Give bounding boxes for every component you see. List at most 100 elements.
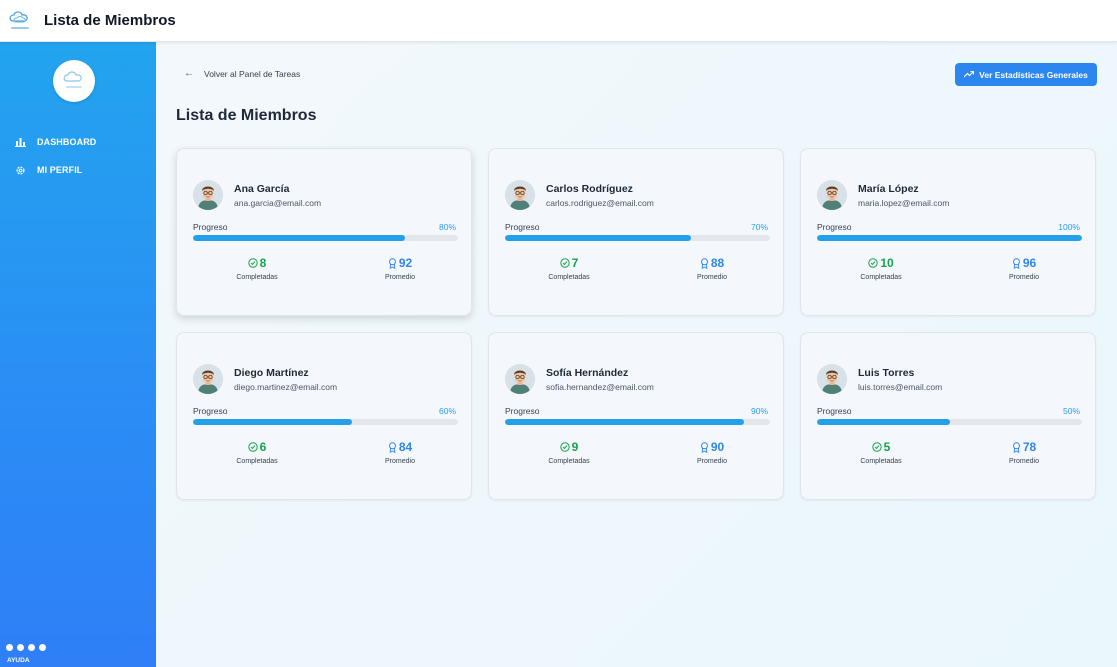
award-icon (388, 441, 397, 453)
check-circle-icon (871, 442, 882, 452)
member-card[interactable]: Ana García ana.garcia@email.com Progreso… (176, 148, 472, 316)
progress-fill (817, 419, 950, 425)
member-avatar (193, 180, 223, 210)
sidebar: DASHBOARD MI PERFIL AYUDA (0, 42, 156, 667)
help-link[interactable]: AYUDA (7, 657, 30, 664)
member-name: Diego Martínez (234, 367, 309, 379)
sidebar-item-mi-perfil[interactable]: MI PERFIL (0, 159, 156, 181)
page-title: Lista de Miembros (176, 107, 317, 124)
average-stat: 88 Promedio (667, 256, 757, 281)
member-card[interactable]: Sofía Hernández sofia.hernandez@email.co… (488, 332, 784, 500)
check-circle-icon (247, 258, 258, 268)
completed-label: Completadas (548, 458, 590, 465)
progress-percent: 100% (1058, 222, 1080, 232)
check-circle-icon (247, 442, 258, 452)
average-stat: 78 Promedio (979, 440, 1069, 465)
pagination-dots[interactable] (6, 644, 46, 651)
member-grid: Ana García ana.garcia@email.com Progreso… (176, 148, 1096, 500)
average-score: 84 (398, 440, 413, 454)
member-card[interactable]: Carlos Rodríguez carlos.rodriguez@email.… (488, 148, 784, 316)
member-card[interactable]: Luis Torres luis.torres@email.com Progre… (800, 332, 1096, 500)
member-name: Carlos Rodríguez (546, 183, 633, 195)
sidebar-item-dashboard[interactable]: DASHBOARD (0, 131, 156, 153)
completed-count: 5 (883, 440, 891, 454)
progress-label: Progreso (505, 406, 540, 416)
member-card[interactable]: Diego Martínez diego.martinez@email.com … (176, 332, 472, 500)
average-score: 78 (1022, 440, 1037, 454)
average-label: Promedio (697, 458, 727, 465)
back-to-tasks-link[interactable]: ← Volver al Panel de Tareas (184, 68, 300, 79)
completed-stat: 10 Completadas (836, 256, 926, 281)
progress-bar (817, 419, 1082, 425)
completed-label: Completadas (548, 274, 590, 281)
completed-count: 6 (259, 440, 267, 454)
progress-percent: 70% (750, 222, 768, 232)
member-card[interactable]: María López maria.lopez@email.com Progre… (800, 148, 1096, 316)
average-label: Promedio (385, 458, 415, 465)
progress-fill (817, 235, 1082, 241)
progress-percent: 80% (438, 222, 456, 232)
completed-count: 7 (571, 256, 579, 270)
member-email: diego.martinez@email.com (234, 382, 338, 392)
average-label: Promedio (697, 274, 727, 281)
top-bar: Lista de Miembros (0, 0, 1117, 42)
progress-label: Progreso (193, 406, 228, 416)
check-circle-icon (559, 258, 570, 268)
average-score: 92 (398, 256, 413, 270)
dot[interactable] (17, 644, 24, 651)
completed-label: Completadas (860, 458, 902, 465)
completed-label: Completadas (236, 274, 278, 281)
general-stats-button[interactable]: Ver Estadísticas Generales (955, 63, 1097, 86)
progress-bar (817, 235, 1082, 241)
progress-fill (193, 419, 352, 425)
average-score: 96 (1022, 256, 1037, 270)
average-label: Promedio (1009, 274, 1039, 281)
sidebar-avatar[interactable] (53, 60, 95, 102)
award-icon (700, 441, 709, 453)
member-avatar (817, 364, 847, 394)
average-score: 88 (710, 256, 725, 270)
app-logo[interactable] (6, 7, 34, 35)
average-label: Promedio (1009, 458, 1039, 465)
progress-fill (505, 419, 744, 425)
progress-fill (193, 235, 405, 241)
award-icon (1012, 441, 1021, 453)
average-stat: 84 Promedio (355, 440, 445, 465)
award-icon (700, 257, 709, 269)
member-name: Luis Torres (858, 367, 915, 379)
member-email: sofia.hernandez@email.com (546, 382, 654, 392)
dot[interactable] (39, 644, 46, 651)
dot[interactable] (6, 644, 13, 651)
progress-percent: 60% (438, 406, 456, 416)
sidebar-item-label: DASHBOARD (37, 137, 97, 147)
check-circle-icon (868, 258, 879, 268)
progress-label: Progreso (505, 222, 540, 232)
award-icon (388, 257, 397, 269)
completed-stat: 6 Completadas (212, 440, 302, 465)
completed-stat: 7 Completadas (524, 256, 614, 281)
progress-bar (505, 419, 770, 425)
average-score: 90 (710, 440, 725, 454)
completed-stat: 8 Completadas (212, 256, 302, 281)
member-email: carlos.rodriguez@email.com (546, 198, 654, 208)
average-stat: 92 Promedio (355, 256, 445, 281)
average-label: Promedio (385, 274, 415, 281)
completed-stat: 5 Completadas (836, 440, 926, 465)
dot[interactable] (28, 644, 35, 651)
app-title: Lista de Miembros (44, 12, 176, 29)
sidebar-item-label: MI PERFIL (37, 165, 83, 175)
check-circle-icon (559, 442, 570, 452)
award-icon (1012, 257, 1021, 269)
progress-bar (505, 235, 770, 241)
gear-icon (14, 164, 26, 176)
completed-label: Completadas (860, 274, 902, 281)
member-name: Sofía Hernández (546, 367, 629, 379)
member-email: luis.torres@email.com (858, 382, 943, 392)
member-avatar (817, 180, 847, 210)
member-name: Ana García (234, 183, 290, 195)
trending-up-icon (964, 71, 975, 78)
main-content: ← Volver al Panel de Tareas Ver Estadíst… (156, 42, 1117, 667)
progress-fill (505, 235, 691, 241)
average-stat: 96 Promedio (979, 256, 1069, 281)
member-email: maria.lopez@email.com (858, 198, 950, 208)
